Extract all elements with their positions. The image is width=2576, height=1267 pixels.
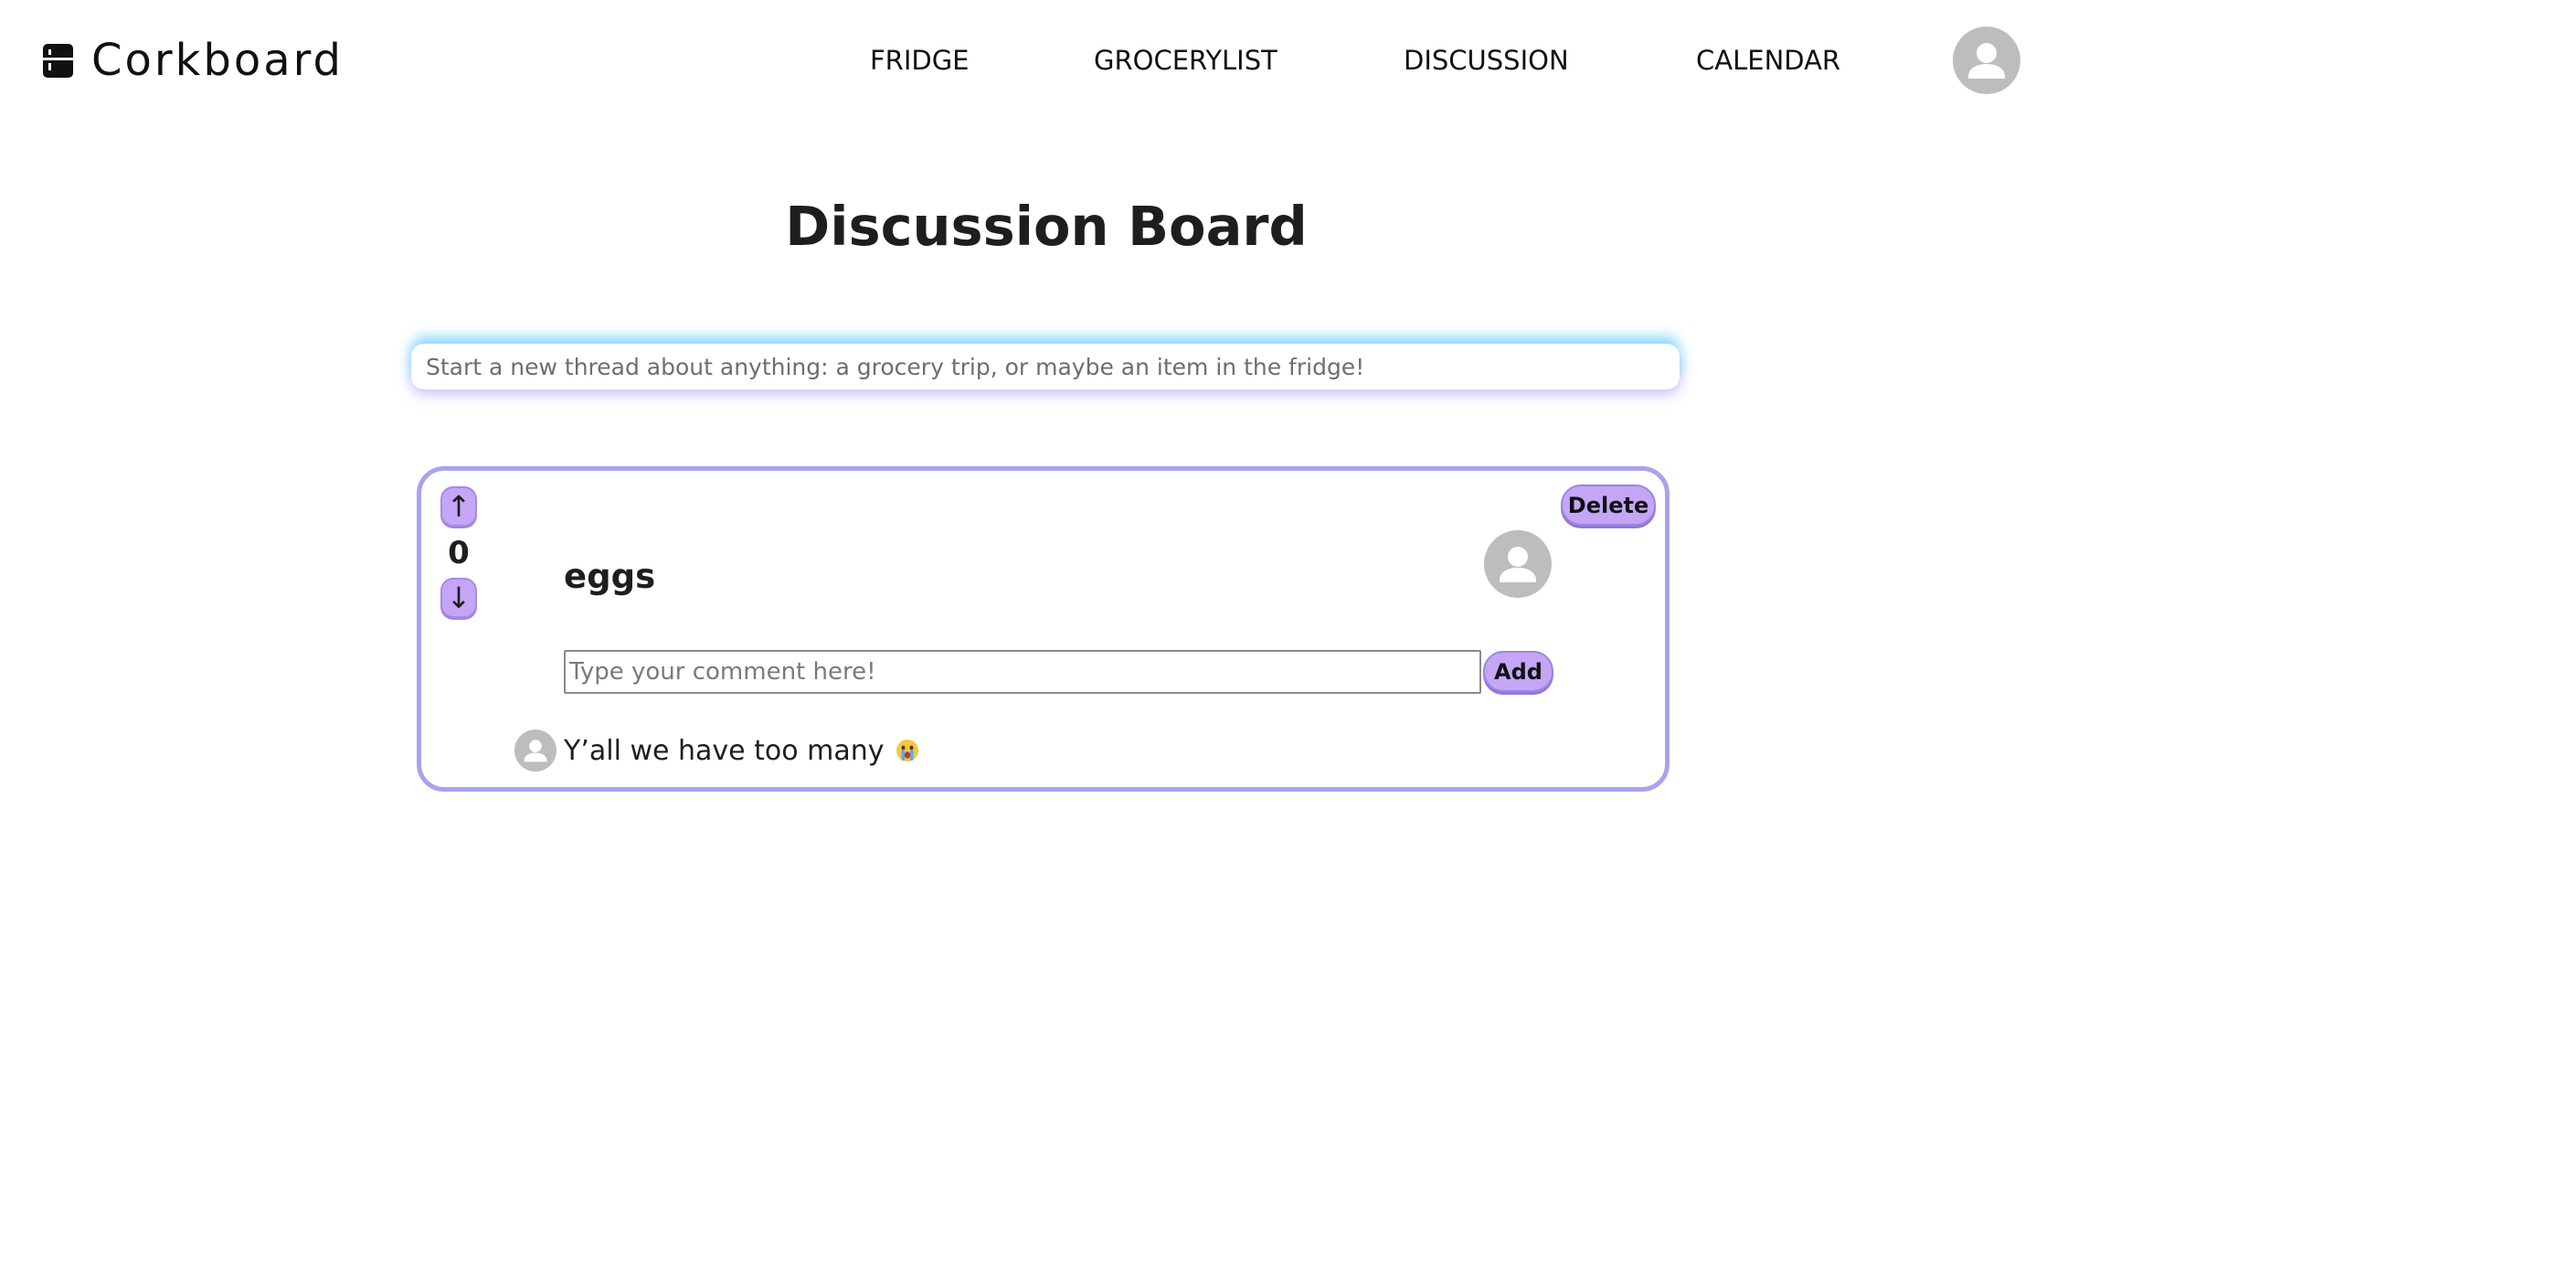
comment-text: Y’all we have too many <box>564 734 885 767</box>
profile-avatar[interactable] <box>1953 27 2020 94</box>
crying-face-emoji-icon <box>896 739 919 762</box>
delete-thread-button[interactable]: Delete <box>1561 484 1656 526</box>
discussion-page: Corkboard FRIDGE GROCERYLIST DISCUSSION … <box>0 0 2576 1267</box>
downvote-button[interactable]: ↓ <box>440 578 477 618</box>
fridge-icon <box>43 43 73 78</box>
user-avatar-icon <box>1500 547 1536 582</box>
brand-logo[interactable]: Corkboard <box>43 33 344 88</box>
comment-input[interactable] <box>564 650 1481 694</box>
thread-author-avatar <box>1484 530 1552 598</box>
user-avatar-icon <box>524 740 547 762</box>
thread-title: eggs <box>564 557 656 596</box>
thread-card: ↑ 0 ↓ Delete eggs Add Y’all we have too … <box>417 466 1670 792</box>
user-avatar-icon <box>1968 43 2005 79</box>
new-thread-input[interactable] <box>411 344 1680 389</box>
nav-grocerylist[interactable]: GROCERYLIST <box>1094 42 1277 79</box>
page-title: Discussion Board <box>785 195 1308 258</box>
comment-author-avatar <box>514 729 557 772</box>
brand-name: Corkboard <box>91 35 345 86</box>
upvote-button[interactable]: ↑ <box>440 486 477 527</box>
vote-count: 0 <box>448 535 470 571</box>
nav-fridge[interactable]: FRIDGE <box>870 42 970 79</box>
nav-calendar[interactable]: CALENDAR <box>1696 42 1840 79</box>
comment-item: Y’all we have too many <box>514 729 919 772</box>
add-comment-button[interactable]: Add <box>1483 651 1553 692</box>
nav-discussion[interactable]: DISCUSSION <box>1404 42 1569 79</box>
